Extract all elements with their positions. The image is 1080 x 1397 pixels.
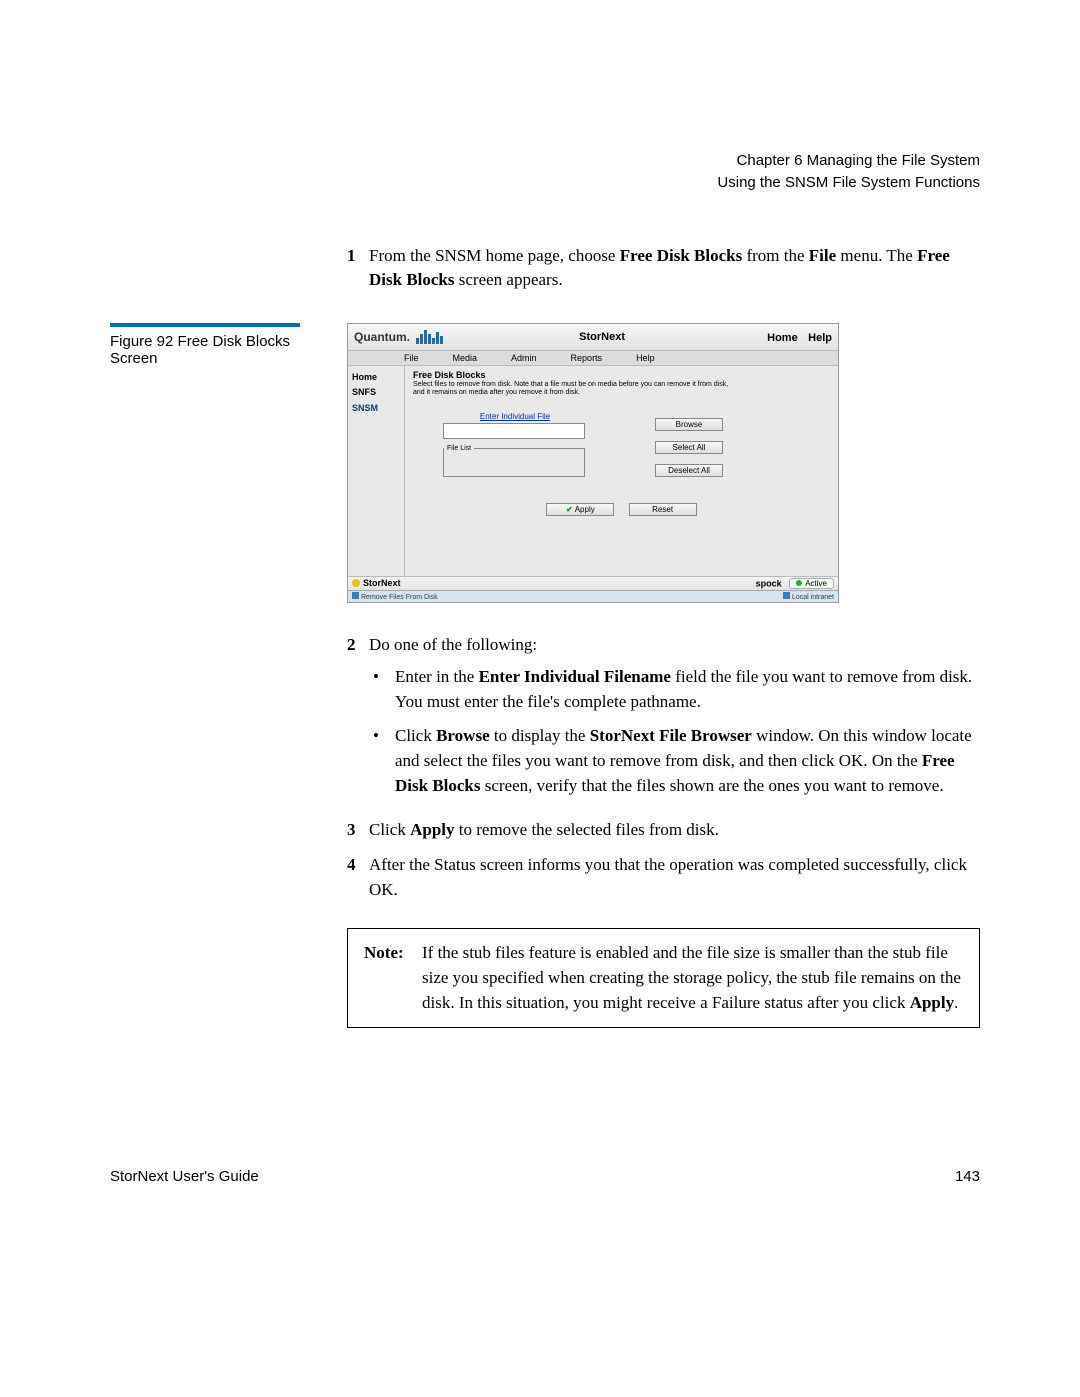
active-dot-icon xyxy=(796,580,802,586)
menu-bar: File Media Admin Reports Help xyxy=(348,351,838,366)
active-pill: Active xyxy=(789,578,834,589)
check-icon: ✔ xyxy=(566,505,573,514)
free-disk-blocks-screenshot: Quantum. StorNext Home Help File Media A… xyxy=(347,323,839,603)
footer-host: spock xyxy=(756,578,782,588)
step-3: 3 Click Apply to remove the selected fil… xyxy=(347,818,980,843)
app-topbar: Quantum. StorNext Home Help xyxy=(348,324,838,351)
apply-button[interactable]: ✔Apply xyxy=(546,503,614,516)
status-dot-icon xyxy=(352,579,360,587)
deselect-all-button[interactable]: Deselect All xyxy=(655,464,723,477)
content-panel: Free Disk Blocks Select files to remove … xyxy=(405,366,838,576)
brand-logo: Quantum. xyxy=(354,330,410,344)
individual-file-input[interactable] xyxy=(443,423,585,439)
app-title: StorNext xyxy=(449,331,755,343)
page-header: Chapter 6 Managing the File System Using… xyxy=(110,150,980,194)
logo-waves-icon xyxy=(416,330,443,344)
figure-caption-block: Figure 92 Free Disk Blocks Screen xyxy=(110,323,335,633)
bullet-enter-filename: • Enter in the Enter Individual Filename… xyxy=(369,665,980,714)
help-link[interactable]: Help xyxy=(808,332,832,344)
step-4: 4 After the Status screen informs you th… xyxy=(347,853,980,902)
note-label: Note: xyxy=(364,941,422,1015)
enter-individual-file-link[interactable]: Enter Individual File xyxy=(465,412,565,421)
step-2: 2 Do one of the following: • Enter in th… xyxy=(347,633,980,809)
sidebar-item-snsm[interactable]: SNSM xyxy=(350,401,402,417)
menu-file[interactable]: File xyxy=(404,353,419,363)
note-box: Note: If the stub files feature is enabl… xyxy=(347,928,980,1028)
figure-caption: Figure 92 Free Disk Blocks Screen xyxy=(110,333,335,367)
reset-button[interactable]: Reset xyxy=(629,503,697,516)
footer-app: StorNext xyxy=(363,578,401,588)
bullet-browse: • Click Browse to display the StorNext F… xyxy=(369,724,980,798)
home-link[interactable]: Home xyxy=(767,332,798,344)
page-footer: StorNext User's Guide 143 xyxy=(110,1168,980,1185)
step-1: 1 From the SNSM home page, choose Free D… xyxy=(347,244,980,303)
panel-description: Select files to remove from disk. Note t… xyxy=(413,381,733,398)
select-all-button[interactable]: Select All xyxy=(655,441,723,454)
panel-title: Free Disk Blocks xyxy=(413,370,830,380)
file-list-box[interactable]: File List xyxy=(443,445,585,477)
menu-admin[interactable]: Admin xyxy=(511,353,537,363)
footer-bar: StorNext spock Active xyxy=(348,576,838,590)
menu-reports[interactable]: Reports xyxy=(571,353,603,363)
section-title: Using the SNSM File System Functions xyxy=(110,172,980,194)
file-list-legend: File List xyxy=(444,445,474,452)
status-right-text: Local intranet xyxy=(792,594,834,601)
sidebar-item-home[interactable]: Home xyxy=(350,370,402,386)
menu-help[interactable]: Help xyxy=(636,353,655,363)
page-icon xyxy=(352,592,359,599)
status-left-text: Remove Files From Disk xyxy=(361,594,438,601)
chapter-title: Chapter 6 Managing the File System xyxy=(110,150,980,172)
browser-status-bar: Remove Files From Disk Local intranet xyxy=(348,590,838,602)
zone-icon xyxy=(783,592,790,599)
browse-button[interactable]: Browse xyxy=(655,418,723,431)
footer-guide: StorNext User's Guide xyxy=(110,1168,259,1185)
menu-media[interactable]: Media xyxy=(453,353,478,363)
sidebar-item-snfs[interactable]: SNFS xyxy=(350,385,402,401)
figure-rule xyxy=(110,323,300,327)
sidebar: Home SNFS SNSM xyxy=(348,366,405,576)
footer-page: 143 xyxy=(955,1168,980,1185)
